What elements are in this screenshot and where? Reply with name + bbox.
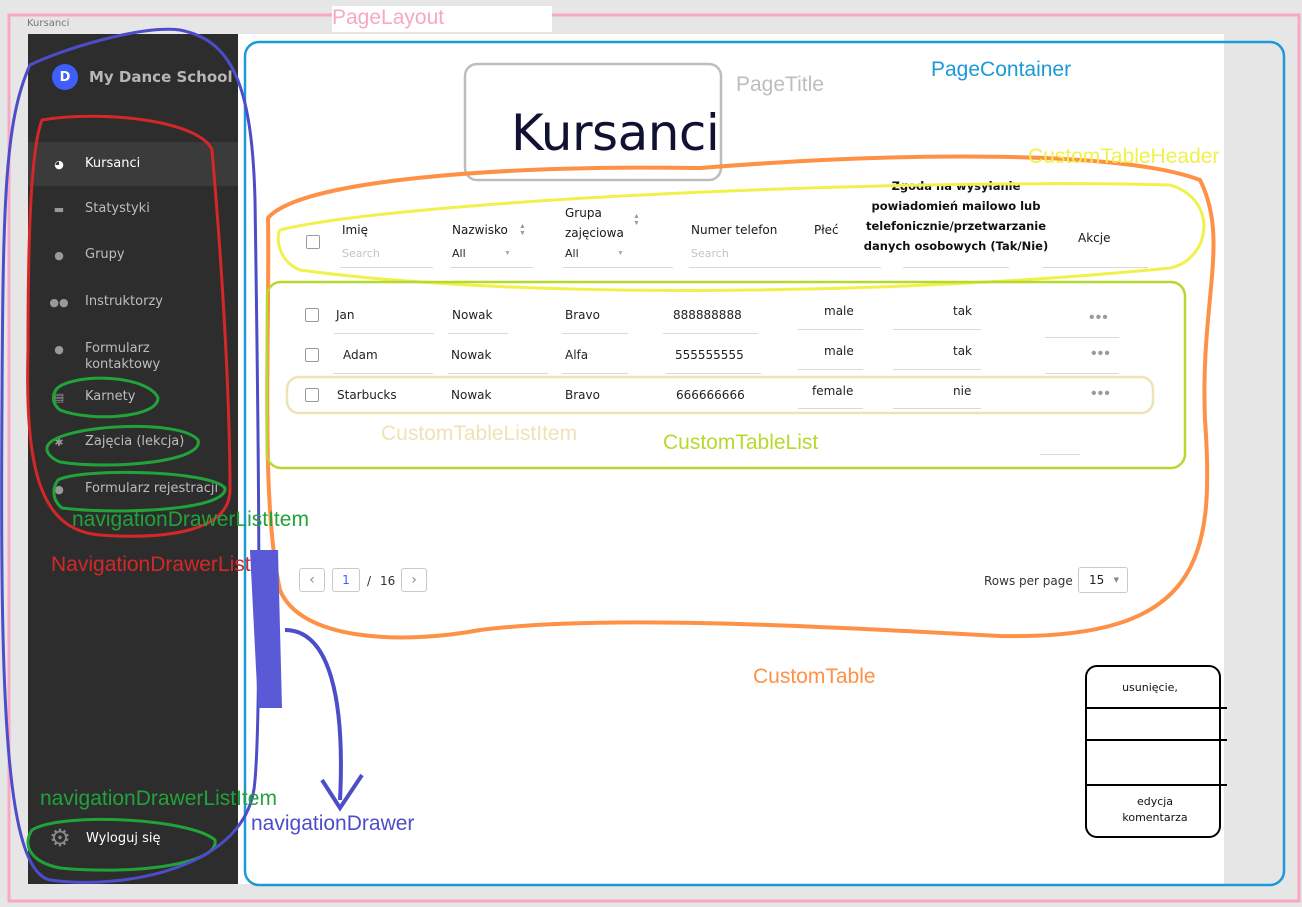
annotation-custom-table: CustomTable <box>753 665 876 688</box>
navigation-drawer-outline <box>0 27 261 884</box>
drawer-item-outline <box>52 376 160 419</box>
annotation-navigation-drawer-list: NavigationDrawerList <box>51 553 251 576</box>
annotation-drawer-list-item: navigationDrawerListItem <box>72 508 309 531</box>
annotation-overlay <box>0 6 1301 903</box>
page-title-outline <box>463 62 723 182</box>
annotation-custom-table-list: CustomTableList <box>663 431 819 454</box>
annotation-page-layout: PageLayout <box>332 6 445 29</box>
annotation-drawer-list-item: navigationDrawerListItem <box>40 787 277 810</box>
custom-table-outline <box>265 154 1216 640</box>
drawer-item-outline <box>52 470 227 513</box>
annotation-custom-table-header: CustomTableHeader <box>1028 145 1220 168</box>
drawer-bracket-mark <box>250 550 282 708</box>
annotation-custom-table-list-item: CustomTableListItem <box>381 422 578 445</box>
annotation-navigation-drawer: navigationDrawer <box>251 812 415 835</box>
custom-table-list-item-outline <box>285 375 1155 415</box>
drawer-item-outline <box>45 424 200 467</box>
annotation-page-container: PageContainer <box>931 58 1072 81</box>
annotation-page-title: PageTitle <box>736 73 824 96</box>
screen: Kursanci D My Dance School ◕ Kursanci ▬ … <box>0 0 1302 907</box>
arrow-line <box>284 628 343 801</box>
custom-table-header-outline <box>276 182 1206 292</box>
